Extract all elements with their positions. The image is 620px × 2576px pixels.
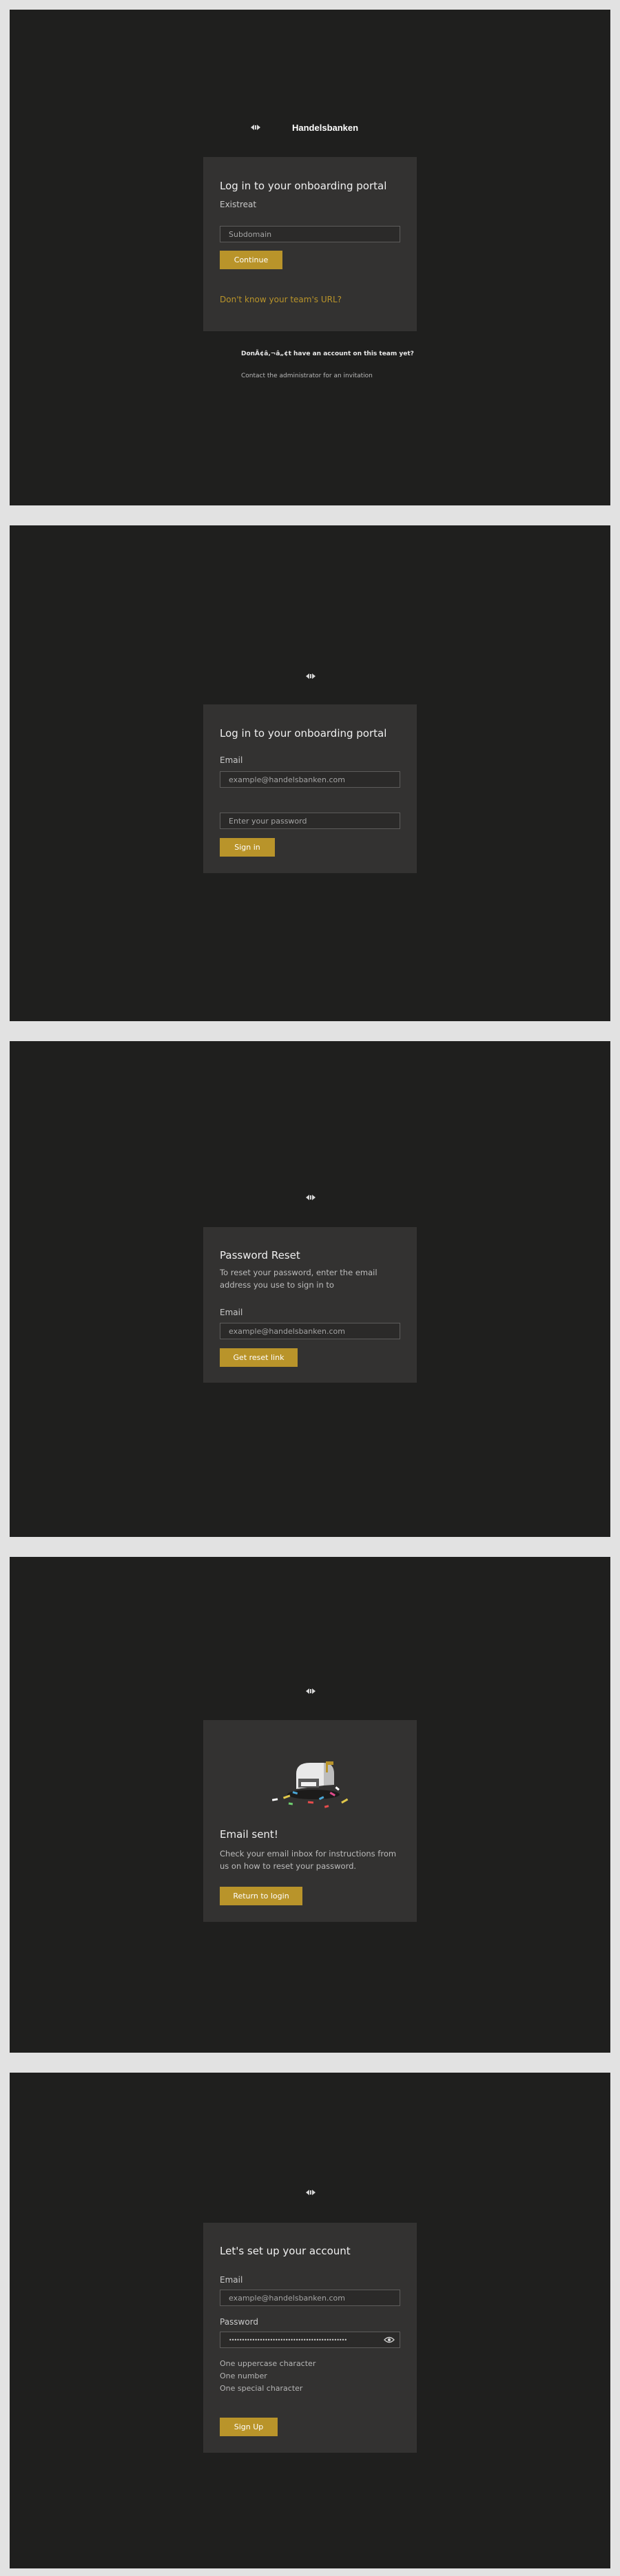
sign-in-button[interactable]: Sign in [220, 838, 275, 857]
password-input[interactable] [220, 813, 400, 829]
handelsbanken-logo-icon [306, 1688, 316, 1694]
screen-email-sent: Email sent! Check your email inbox for i… [10, 1557, 610, 2053]
email-input[interactable] [220, 2290, 400, 2306]
screen-email-login: Log in to your onboarding portal Email S… [10, 525, 610, 1021]
password-value: ••••••••••••••••••••••••••••••••••••••••… [229, 2336, 347, 2343]
password-field[interactable]: ••••••••••••••••••••••••••••••••••••••••… [220, 2332, 400, 2348]
eye-icon[interactable] [384, 2336, 395, 2343]
screen-account-setup: Let's set up your account Email Password… [10, 2073, 610, 2568]
get-reset-link-button[interactable]: Get reset link [220, 1348, 298, 1367]
continue-button[interactable]: Continue [220, 251, 282, 269]
card-title: Password Reset [220, 1249, 300, 1261]
sign-up-button[interactable]: Sign Up [220, 2418, 278, 2436]
no-account-text: Contact the administrator for an invitat… [241, 373, 373, 379]
return-to-login-button[interactable]: Return to login [220, 1887, 302, 1905]
signup-card: Let's set up your account Email Password… [203, 2223, 417, 2453]
subdomain-input[interactable] [220, 226, 400, 242]
password-label: Password [220, 2317, 259, 2327]
requirement-special: One special character [220, 2384, 303, 2393]
email-sent-title: Email sent! [220, 1828, 278, 1841]
handelsbanken-logo-icon [306, 673, 316, 679]
subdomain-label: Existreat [220, 200, 257, 209]
email-input[interactable] [220, 1323, 400, 1339]
card-title: Log in to your onboarding portal [220, 180, 387, 192]
mailbox-confetti-illustration [271, 1761, 349, 1808]
login-card: Log in to your onboarding portal Existre… [203, 157, 417, 331]
email-sent-card: Email sent! Check your email inbox for i… [203, 1720, 417, 1922]
no-account-heading: DonÃ¢â‚¬â„¢t have an account on this tea… [241, 350, 414, 357]
email-label: Email [220, 755, 243, 765]
email-input[interactable] [220, 771, 400, 788]
requirement-number: One number [220, 2371, 267, 2380]
handelsbanken-logo-icon [306, 1195, 316, 1200]
email-label: Email [220, 1308, 243, 1317]
login-card: Log in to your onboarding portal Email S… [203, 704, 417, 873]
reset-description: To reset your password, enter the email … [220, 1268, 378, 1290]
screen-subdomain-login: Handelsbanken Log in to your onboarding … [10, 10, 610, 505]
handelsbanken-logo-icon [251, 125, 260, 130]
reset-card: Password Reset To reset your password, e… [203, 1227, 417, 1383]
requirement-uppercase: One uppercase character [220, 2359, 316, 2368]
forgot-url-link[interactable]: Don't know your team's URL? [220, 295, 342, 304]
screen-password-reset: Password Reset To reset your password, e… [10, 1041, 610, 1537]
handelsbanken-logo-icon [306, 2190, 316, 2195]
brand-name: Handelsbanken [292, 123, 359, 133]
card-title: Log in to your onboarding portal [220, 727, 387, 740]
email-label: Email [220, 2275, 243, 2285]
card-title: Let's set up your account [220, 2245, 351, 2257]
email-sent-description: Check your email inbox for instructions … [220, 1849, 397, 1871]
